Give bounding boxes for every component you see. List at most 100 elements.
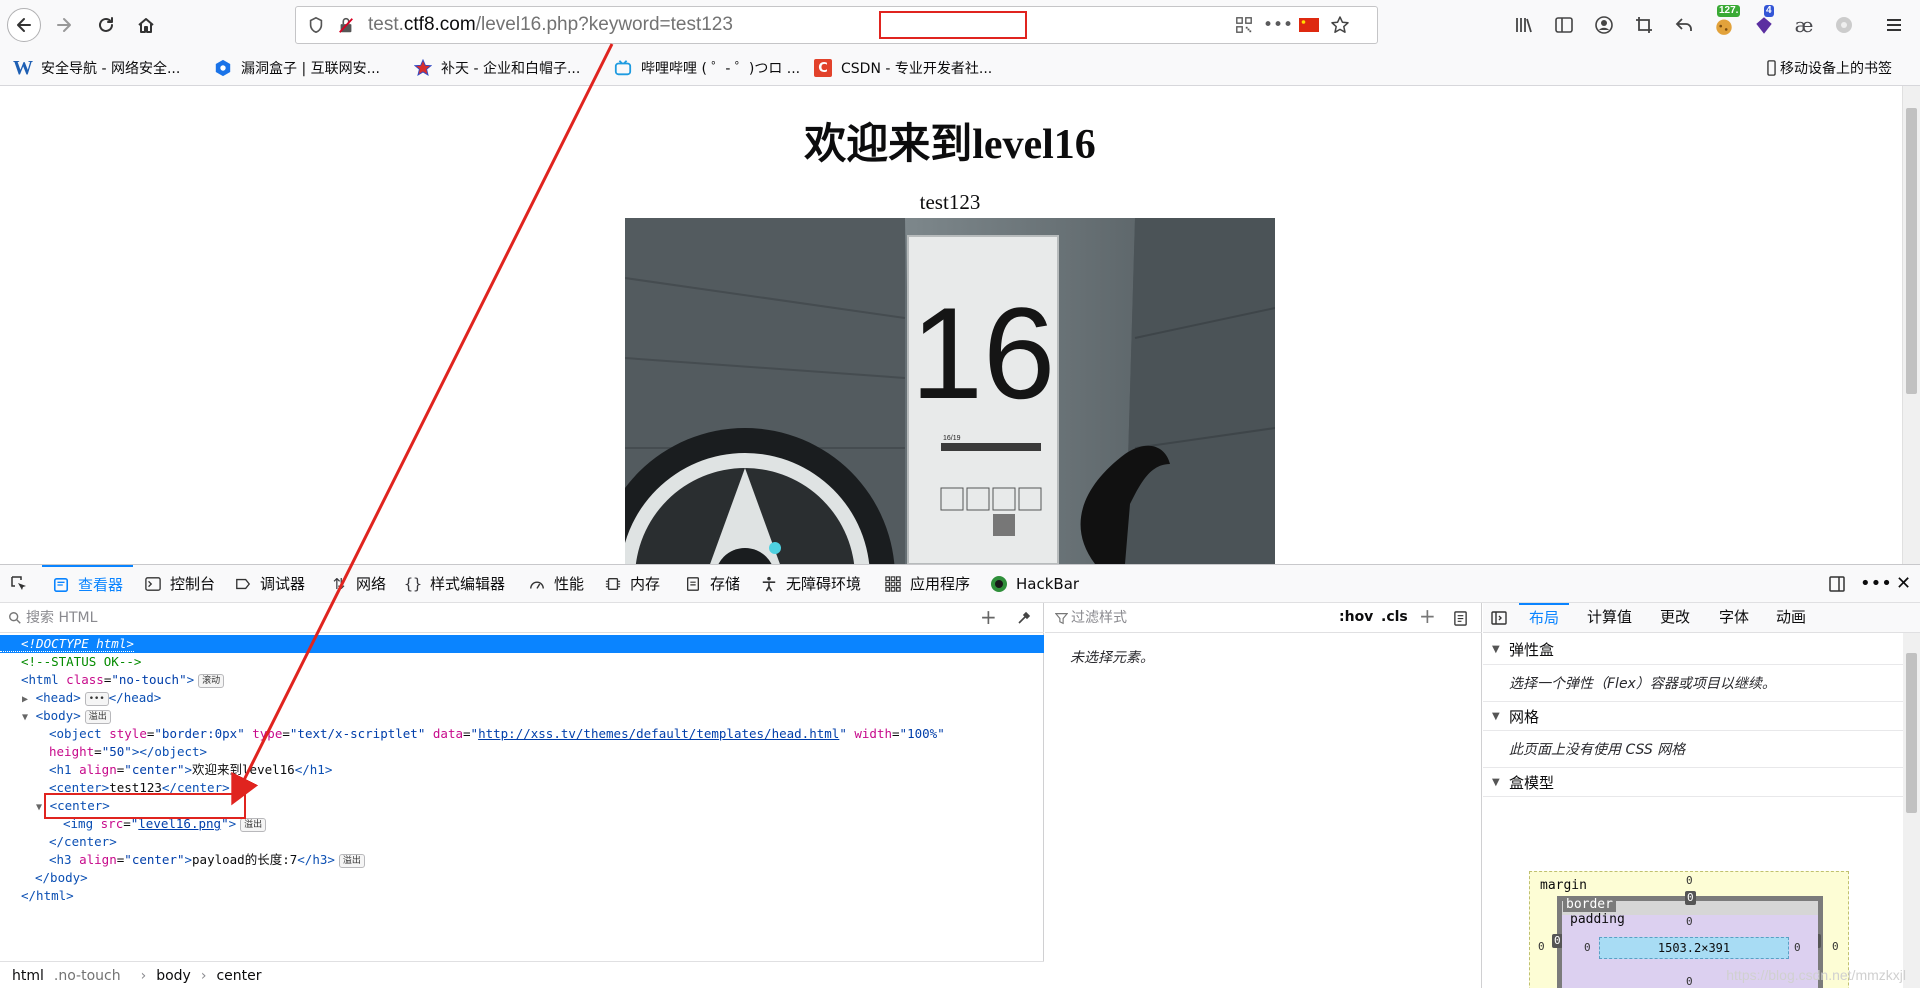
object-node-row[interactable]: <object style="border:0px" type="text/x-…: [49, 725, 945, 743]
extension-gem-icon[interactable]: 4: [1752, 5, 1776, 37]
page-scrollbar[interactable]: [1902, 86, 1920, 564]
expand-arrow-icon[interactable]: ▶: [22, 694, 28, 705]
tab-hackbar[interactable]: HackBar: [990, 565, 1079, 602]
breadcrumb-body[interactable]: body: [156, 968, 191, 984]
padding-left-value[interactable]: 0: [1584, 941, 1591, 954]
insecure-lock-icon[interactable]: [336, 15, 356, 35]
tab-animations[interactable]: 动画: [1776, 603, 1806, 632]
ae-extension-icon[interactable]: æ: [1792, 13, 1816, 37]
hamburger-menu-icon[interactable]: [1882, 13, 1906, 37]
devtools-close-button[interactable]: ✕: [1896, 565, 1911, 602]
rules-filter-input[interactable]: [1071, 608, 1311, 628]
tab-changes[interactable]: 更改: [1660, 603, 1690, 632]
home-button[interactable]: [129, 8, 163, 42]
tab-computed[interactable]: 计算值: [1587, 603, 1632, 632]
grid-section-header[interactable]: ▼ 网格: [1483, 701, 1903, 731]
border-label: border: [1563, 897, 1616, 912]
object-node-row-cont[interactable]: height="50"></object>: [49, 743, 207, 761]
body-close-row[interactable]: </body>: [35, 869, 88, 887]
cls-toggle[interactable]: .cls: [1381, 609, 1408, 625]
margin-top-value[interactable]: 0: [1686, 874, 1693, 887]
tab-layout[interactable]: 布局: [1519, 603, 1570, 632]
bookmark-item[interactable]: 哔哩哔哩 ( ゜- ゜)つロ ...: [614, 57, 800, 79]
head-node-row[interactable]: ▶ <head> ••• </head>: [22, 689, 161, 707]
element-picker-button[interactable]: [10, 565, 36, 602]
h3-node-row[interactable]: <h3 align="center">payload的长度:7</h3> 溢出: [49, 851, 365, 869]
overflow-badge[interactable]: 溢出: [240, 818, 267, 832]
tab-storage[interactable]: 存储: [684, 565, 740, 602]
tab-label: 性能: [554, 575, 585, 593]
breadcrumb-center[interactable]: center: [216, 968, 261, 984]
boxmodel-section-header[interactable]: ▼ 盒模型: [1483, 767, 1903, 797]
padding-top-value[interactable]: 0: [1686, 915, 1693, 928]
h1-node-row[interactable]: <h1 align="center">欢迎来到level16</h1>: [49, 761, 332, 779]
tab-style-editor[interactable]: {} 样式编辑器: [404, 565, 505, 602]
padding-right-value[interactable]: 0: [1794, 941, 1801, 954]
tab-console[interactable]: 控制台: [144, 565, 215, 602]
account-icon[interactable]: [1592, 13, 1616, 37]
tab-network[interactable]: ⇅ 网络: [330, 565, 386, 602]
layout-scrollbar[interactable]: [1903, 633, 1920, 988]
bookmark-item[interactable]: 漏洞盒子 | 互联网安...: [214, 57, 380, 79]
box-model-content-size[interactable]: 1503.2×391: [1599, 937, 1789, 959]
doctype-row[interactable]: <!DOCTYPE html>: [0, 635, 1044, 653]
margin-right-value[interactable]: 0: [1832, 940, 1839, 953]
collapse-arrow-icon[interactable]: ▼: [22, 712, 28, 723]
info-shield-icon[interactable]: [306, 15, 326, 35]
tab-performance[interactable]: 性能: [528, 565, 584, 602]
page-scrollbar-thumb[interactable]: [1906, 108, 1917, 394]
tab-debugger[interactable]: 调试器: [234, 565, 305, 602]
html-search-input[interactable]: [26, 608, 926, 628]
body-node-row[interactable]: ▼ <body> 溢出: [22, 707, 111, 725]
overflow-badge[interactable]: 溢出: [338, 854, 365, 868]
screenshot-crop-icon[interactable]: [1632, 13, 1656, 37]
hov-toggle[interactable]: :hov: [1339, 609, 1373, 625]
mobile-bookmarks[interactable]: 移动设备上的书签: [1766, 57, 1892, 79]
overflow-badge[interactable]: 溢出: [84, 710, 111, 724]
tab-application[interactable]: 应用程序: [884, 565, 970, 602]
tab-memory[interactable]: 内存: [604, 565, 660, 602]
html-node-row[interactable]: <html class="no-touch"> 滚动: [21, 671, 225, 689]
margin-left-value[interactable]: 0: [1538, 940, 1545, 953]
html-close-row[interactable]: </html>: [21, 887, 74, 905]
scroll-badge[interactable]: 滚动: [198, 674, 225, 688]
reload-button[interactable]: [89, 8, 123, 42]
sidebar-icon[interactable]: [1552, 13, 1576, 37]
url-bar[interactable]: test.ctf8.com/level16.php?keyword=test12…: [295, 6, 1378, 44]
collapsed-content-badge[interactable]: •••: [84, 692, 109, 706]
forward-button[interactable]: [47, 8, 81, 42]
layout-scrollbar-thumb[interactable]: [1906, 653, 1917, 813]
bookmark-item[interactable]: C CSDN - 专业开发者社...: [814, 57, 992, 79]
eyedropper-icon[interactable]: [1016, 610, 1032, 626]
print-media-icon[interactable]: [1453, 611, 1468, 626]
qr-code-icon[interactable]: [1234, 15, 1254, 35]
dock-toggle-button[interactable]: [1828, 565, 1854, 602]
collapse-arrow-icon[interactable]: ▼: [36, 802, 42, 813]
library-icon[interactable]: [1512, 13, 1536, 37]
toggle-pane-icon[interactable]: [1491, 610, 1507, 626]
tab-inspector[interactable]: 查看器: [42, 565, 134, 602]
tab-fonts[interactable]: 字体: [1719, 603, 1749, 632]
bookmark-item[interactable]: W 安全导航 - 网络安全...: [13, 57, 180, 79]
bookmark-star-icon[interactable]: [1330, 15, 1350, 35]
padding-bottom-value[interactable]: 0: [1686, 975, 1693, 988]
breadcrumb-html[interactable]: html .no-touch: [12, 968, 131, 984]
flexbox-section-header[interactable]: ▼ 弹性盒: [1483, 635, 1903, 665]
object-data-link[interactable]: http://xss.tv/themes/default/templates/h…: [478, 726, 839, 741]
page-actions-icon[interactable]: •••: [1263, 15, 1293, 35]
add-node-icon[interactable]: +: [980, 605, 997, 629]
devtools-menu-button[interactable]: •••: [1860, 565, 1892, 602]
extension-cookie-icon[interactable]: 127.: [1712, 5, 1741, 37]
center-close-row[interactable]: </center>: [49, 833, 117, 851]
china-flag-icon[interactable]: [1299, 15, 1319, 35]
bookmark-item[interactable]: 补天 - 企业和白帽子...: [414, 57, 580, 79]
add-rule-icon[interactable]: +: [1419, 604, 1436, 628]
comment-row[interactable]: <!--STATUS OK-->: [21, 653, 141, 671]
undo-arrow-icon[interactable]: [1672, 13, 1696, 37]
dock-side-icon: [1828, 575, 1846, 593]
url-text[interactable]: test.ctf8.com/level16.php?keyword=test12…: [368, 7, 733, 43]
extension-gray-icon[interactable]: [1832, 13, 1856, 37]
tab-accessibility[interactable]: 无障碍环境: [760, 565, 861, 602]
border-top-value[interactable]: 0: [1685, 891, 1696, 905]
back-button[interactable]: [7, 8, 41, 42]
